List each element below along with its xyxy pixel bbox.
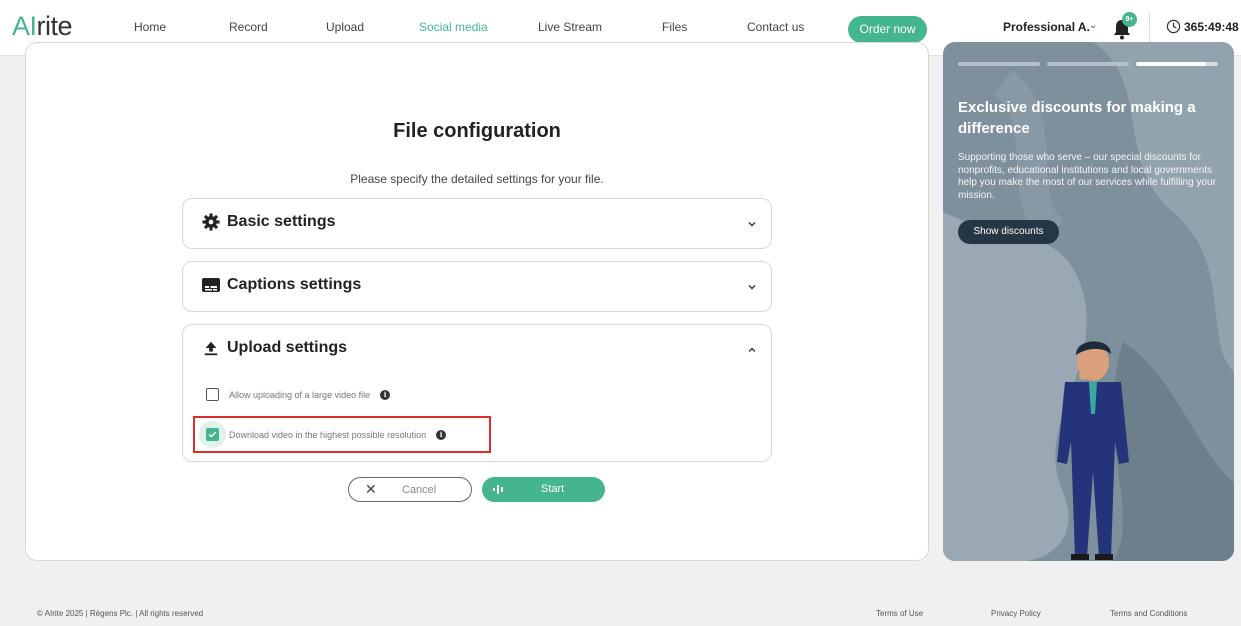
carousel-indicator-progress (1136, 62, 1206, 66)
captions-icon (202, 278, 220, 292)
footer-terms-and-conditions[interactable]: Terms and Conditions (1110, 609, 1187, 618)
footer-copyright: © AIrite 2025 | Régens Plc. | All rights… (37, 609, 204, 618)
nav-live-stream[interactable]: Live Stream (538, 20, 602, 34)
divider (1149, 12, 1150, 44)
cancel-button[interactable]: ✕ Cancel (348, 477, 472, 502)
footer-privacy-policy[interactable]: Privacy Policy (991, 609, 1041, 618)
carousel-indicator-2[interactable] (1047, 62, 1129, 66)
chevron-down-icon[interactable] (747, 219, 757, 229)
accordion-title: Basic settings (227, 213, 336, 230)
chevron-up-icon[interactable] (747, 345, 757, 355)
carousel-indicator-3[interactable] (1136, 62, 1218, 66)
show-discounts-button[interactable]: Show discounts (958, 220, 1059, 244)
session-timer: 365:49:48 (1184, 20, 1239, 34)
page-subtitle: Please specify the detailed settings for… (350, 172, 604, 186)
carousel-indicator-1[interactable] (958, 62, 1040, 66)
info-icon[interactable]: i (380, 389, 391, 400)
large-video-checkbox[interactable] (206, 388, 219, 401)
nav-record[interactable]: Record (229, 20, 268, 34)
upload-icon (204, 341, 218, 356)
audio-wave-icon (493, 485, 503, 494)
promo-panel: Exclusive discounts for making a differe… (943, 42, 1234, 561)
nav-upload[interactable]: Upload (326, 20, 364, 34)
chevron-down-icon[interactable] (747, 282, 757, 292)
nav-home[interactable]: Home (134, 20, 166, 34)
start-button[interactable]: Start (482, 477, 605, 502)
nav-files[interactable]: Files (662, 20, 687, 34)
accordion-header[interactable]: Upload settings (201, 339, 347, 357)
annotation-highlight-box (193, 416, 491, 453)
clock-icon (1166, 19, 1181, 34)
gear-icon (202, 213, 220, 231)
notification-badge: 9+ (1122, 12, 1137, 27)
option-label: Allow uploading of a large video file (229, 389, 371, 400)
nav-contact-us[interactable]: Contact us (747, 20, 804, 34)
chevron-down-icon[interactable]: ⌄ (1089, 20, 1097, 31)
option-large-video[interactable]: Allow uploading of a large video file i (206, 388, 391, 401)
footer-terms-of-use[interactable]: Terms of Use (876, 609, 923, 618)
user-menu[interactable]: Professional A. (1003, 20, 1090, 34)
accordion-header[interactable]: Captions settings (201, 276, 361, 294)
promo-title: Exclusive discounts for making a differe… (958, 99, 1196, 137)
accordion-header[interactable]: Basic settings (201, 213, 335, 231)
page-title: File configuration (393, 120, 561, 142)
promo-text: Supporting those who serve – our special… (958, 152, 1216, 201)
nav-social-media[interactable]: Social media (419, 20, 488, 34)
accordion-basic-settings[interactable]: Basic settings (182, 198, 772, 249)
logo[interactable]: AIrite (12, 11, 73, 42)
order-now-button[interactable]: Order now (848, 16, 927, 43)
accordion-title: Captions settings (227, 276, 362, 293)
accordion-title: Upload settings (227, 339, 348, 356)
close-icon: ✕ (365, 481, 377, 497)
accordion-captions-settings[interactable]: Captions settings (182, 261, 772, 312)
